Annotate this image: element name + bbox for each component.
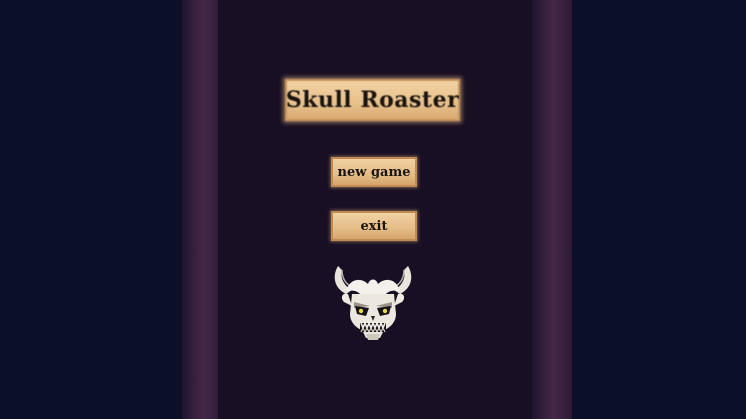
game-title-plate: Skull Roaster (285, 79, 460, 121)
left-pillar (182, 0, 222, 419)
horned-skull-icon (334, 266, 412, 340)
game-title: Skull Roaster (285, 87, 460, 113)
exit-label: exit (360, 218, 388, 234)
new-game-label: new game (337, 164, 411, 180)
main-menu-screen: Skull Roaster new game exit (0, 0, 746, 419)
right-pillar (532, 0, 572, 419)
exit-button[interactable]: exit (331, 211, 417, 241)
center-panel (218, 0, 536, 419)
new-game-button[interactable]: new game (331, 157, 417, 187)
